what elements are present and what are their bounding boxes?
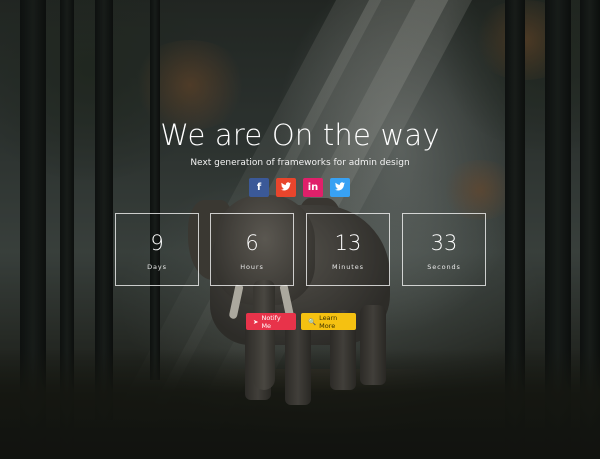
countdown-value: 33 — [430, 231, 458, 255]
twitter-button-alt[interactable] — [330, 178, 350, 197]
countdown-hours: 6 Hours — [210, 213, 294, 286]
notify-me-button[interactable]: ➤ Notify Me — [246, 313, 296, 330]
countdown-days: 9 Days — [115, 213, 199, 286]
countdown-value: 9 — [150, 231, 164, 255]
facebook-icon: f — [256, 182, 262, 193]
learn-more-label: Learn More — [319, 313, 338, 330]
search-icon: 🔍 — [308, 317, 317, 326]
countdown-label: Minutes — [332, 263, 364, 271]
countdown-value: 6 — [245, 231, 259, 255]
page-subtitle: Next generation of frameworks for admin … — [190, 158, 410, 168]
notify-me-label: Notify Me — [261, 313, 281, 330]
countdown-label: Days — [147, 263, 167, 271]
page-title: We are On the way — [160, 118, 440, 152]
countdown-value: 13 — [334, 231, 362, 255]
countdown-label: Hours — [240, 263, 264, 271]
countdown-label: Seconds — [427, 263, 461, 271]
linkedin-button[interactable]: in — [303, 178, 323, 197]
linkedin-icon: in — [307, 182, 319, 193]
twitter-icon — [335, 181, 345, 194]
send-icon: ➤ — [253, 317, 259, 326]
twitter-button[interactable] — [276, 178, 296, 197]
action-buttons: ➤ Notify Me 🔍 Learn More — [246, 313, 356, 330]
social-links: f in — [249, 178, 350, 197]
countdown-minutes: 13 Minutes — [306, 213, 390, 286]
countdown-seconds: 33 Seconds — [402, 213, 486, 286]
learn-more-button[interactable]: 🔍 Learn More — [301, 313, 356, 330]
twitter-icon — [281, 181, 291, 194]
facebook-button[interactable]: f — [249, 178, 269, 197]
